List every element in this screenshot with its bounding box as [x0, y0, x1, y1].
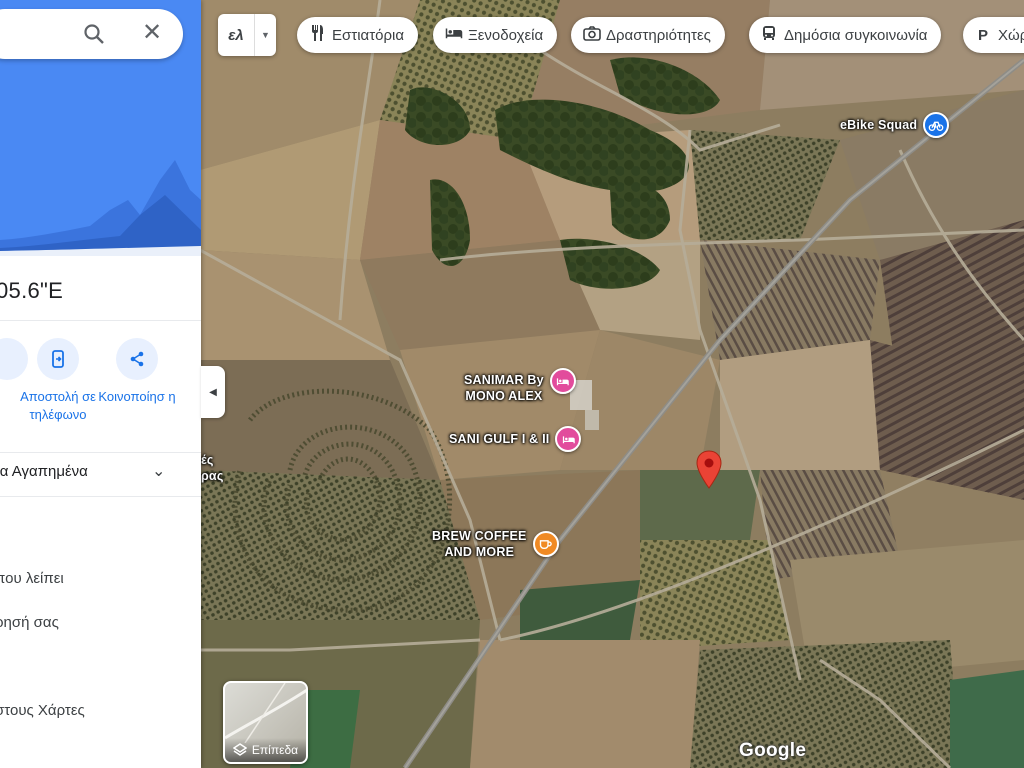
- chip-label: Δραστηριότητες: [606, 26, 711, 44]
- action-partial[interactable]: [0, 338, 28, 380]
- layers-button[interactable]: Επίπεδα: [223, 681, 308, 764]
- action-label: Αποστολή σε τηλέφωνο: [20, 389, 96, 422]
- poi-brew-coffee[interactable]: BREW COFFEE AND MORE: [432, 528, 559, 560]
- google-logo: Google: [739, 740, 807, 761]
- poi-label: BREW COFFEE AND MORE: [432, 529, 527, 559]
- bicycle-icon: [923, 112, 950, 138]
- chevron-down-icon[interactable]: ⌄: [152, 461, 165, 481]
- location-marker-icon[interactable]: [695, 450, 723, 495]
- divider: [0, 320, 201, 321]
- chip-restaurants[interactable]: Εστιατόρια: [297, 17, 418, 53]
- camera-icon: [583, 25, 601, 45]
- chip-label: Χώρ: [998, 26, 1024, 44]
- add-missing-place-link[interactable]: που λείπει: [0, 570, 64, 587]
- layers-label: Επίπεδα: [251, 743, 299, 757]
- caret-down-icon[interactable]: ▼: [255, 30, 276, 40]
- layers-icon: [232, 743, 247, 756]
- bus-icon: [761, 25, 777, 45]
- chip-label: Ξενοδοχεία: [468, 26, 544, 44]
- search-icon[interactable]: [82, 22, 106, 46]
- your-business-link[interactable]: ρησή σας: [0, 614, 59, 631]
- close-icon[interactable]: ✕: [140, 21, 164, 46]
- chip-parking[interactable]: P Χώρ: [963, 17, 1024, 53]
- save-to-favorites[interactable]: τα Αγαπημένα: [0, 463, 88, 480]
- chip-label: Εστιατόρια: [332, 26, 404, 44]
- parking-icon: P: [977, 26, 988, 44]
- poi-label: SANI GULF I & II: [449, 432, 550, 446]
- action-label: Κοινοποίησ η: [98, 389, 176, 404]
- search-box[interactable]: ✕: [0, 9, 183, 59]
- language-switch[interactable]: ελ ▼: [218, 14, 276, 56]
- hotel-icon: [549, 368, 576, 394]
- chip-public-transit[interactable]: Δημόσια συγκοινωνία: [749, 17, 942, 53]
- chip-label: Δημόσια συγκοινωνία: [784, 26, 928, 44]
- poi-label: eBike Squad: [840, 118, 918, 132]
- add-to-maps-link[interactable]: στους Χάρτες: [0, 702, 85, 719]
- divider: [0, 496, 201, 497]
- chip-activities[interactable]: Δραστηριότητες: [571, 17, 725, 53]
- send-to-phone-button[interactable]: Αποστολή σε τηλέφωνο: [18, 338, 98, 424]
- layers-thumbnail: [225, 683, 306, 744]
- coordinates-title: 05.6"E: [0, 278, 64, 303]
- cafe-icon: [532, 531, 559, 557]
- collapse-panel-button[interactable]: ◀: [201, 366, 225, 418]
- language-code: ελ: [228, 26, 244, 44]
- hotel-icon: [445, 26, 463, 44]
- send-to-phone-icon: [37, 338, 79, 380]
- share-button[interactable]: Κοινοποίησ η: [97, 338, 177, 406]
- poi-ebike-squad[interactable]: eBike Squad: [840, 112, 950, 138]
- place-hero-image: ✕: [0, 0, 201, 256]
- hotel-icon: [555, 426, 582, 452]
- restaurant-icon: [309, 25, 325, 45]
- poi-sani-gulf[interactable]: SANI GULF I & II: [449, 426, 582, 452]
- chip-hotels[interactable]: Ξενοδοχεία: [433, 17, 558, 53]
- side-panel: ✕ 05.6"E Αποστολή σε τηλέφωνο Κοινοποίησ…: [0, 0, 201, 768]
- poi-label: SANIMAR By MONO ALEX: [464, 373, 544, 403]
- poi-sanimar[interactable]: SANIMAR By MONO ALEX: [464, 368, 576, 404]
- divider: [0, 452, 201, 453]
- map-place-label-partial: ές ρας: [201, 453, 224, 483]
- share-icon: [116, 338, 158, 380]
- caret-left-icon: ◀: [209, 386, 217, 398]
